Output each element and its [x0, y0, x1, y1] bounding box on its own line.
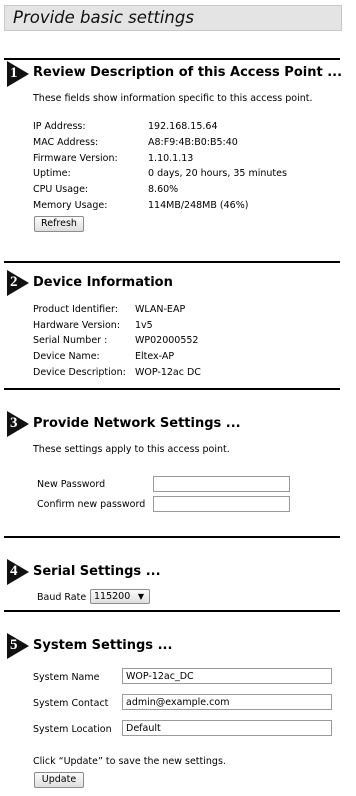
- field-label: Memory Usage:: [33, 200, 108, 211]
- field-label: Hardware Version:: [33, 320, 121, 331]
- field-label: Serial Number :: [33, 335, 108, 346]
- section-divider: [4, 261, 340, 263]
- update-hint: Click “Update” to save the new settings.: [33, 756, 226, 767]
- field-value-cpu: 8.60%: [148, 184, 179, 195]
- new-password-input[interactable]: [153, 476, 290, 492]
- section-intro: These fields show information specific t…: [33, 93, 313, 104]
- section-title-review: Review Description of this Access Point …: [33, 65, 343, 80]
- system-contact-input[interactable]: [122, 694, 332, 710]
- baud-rate-select[interactable]: 115200 ▼: [90, 589, 150, 604]
- field-value-memory: 114MB/248MB (46%): [148, 200, 249, 211]
- step-3-badge: 3: [7, 411, 29, 437]
- field-value-hardware: 1v5: [135, 320, 153, 331]
- field-value-ip: 192.168.15.64: [148, 121, 218, 132]
- system-contact-label: System Contact: [33, 698, 109, 709]
- dropdown-arrow-icon: ▼: [137, 592, 144, 601]
- step-2-badge: 2: [7, 270, 29, 296]
- field-value-uptime: 0 days, 20 hours, 35 minutes: [148, 168, 287, 179]
- field-value-device-description: WOP-12ac DC: [135, 367, 201, 378]
- system-location-input[interactable]: [122, 720, 332, 736]
- field-label: CPU Usage:: [33, 184, 89, 195]
- section-intro: These settings apply to this access poin…: [33, 444, 230, 455]
- system-name-input[interactable]: [122, 668, 332, 684]
- field-value-firmware: 1.10.1.13: [148, 153, 194, 164]
- section-title-system: System Settings ...: [33, 638, 173, 653]
- step-4-badge: 4: [7, 559, 29, 585]
- section-title-network: Provide Network Settings ...: [33, 416, 241, 431]
- field-value-product-id: WLAN-EAP: [135, 304, 186, 315]
- baud-rate-value: 115200: [94, 591, 131, 602]
- field-label: IP Address:: [33, 121, 86, 132]
- section-title-device-info: Device Information: [33, 275, 173, 290]
- field-label: MAC Address:: [33, 137, 99, 148]
- field-label: Product Identifier:: [33, 304, 118, 315]
- system-location-label: System Location: [33, 724, 112, 735]
- field-value-device-name: Eltex-AP: [135, 351, 175, 362]
- field-label: Firmware Version:: [33, 153, 118, 164]
- section-title-serial: Serial Settings ...: [33, 564, 161, 579]
- update-button[interactable]: Update: [34, 772, 84, 788]
- field-label: Uptime:: [33, 168, 71, 179]
- refresh-button[interactable]: Refresh: [34, 216, 84, 232]
- field-value-mac: A8:F9:4B:B0:B5:40: [148, 137, 238, 148]
- step-5-badge: 5: [7, 633, 29, 659]
- field-value-serial: WP02000552: [135, 335, 199, 346]
- section-divider: [4, 58, 340, 60]
- section-divider: [4, 536, 340, 538]
- section-divider: [4, 388, 340, 390]
- page-title-bar: Provide basic settings: [4, 5, 342, 31]
- new-password-label: New Password: [37, 479, 106, 490]
- field-label: Device Description:: [33, 367, 126, 378]
- section-divider: [4, 610, 340, 612]
- confirm-password-label: Confirm new password: [37, 499, 146, 510]
- page-title: Provide basic settings: [13, 8, 194, 27]
- field-label: Device Name:: [33, 351, 100, 362]
- baud-rate-label: Baud Rate: [37, 592, 87, 603]
- confirm-password-input[interactable]: [153, 496, 290, 512]
- system-name-label: System Name: [33, 672, 100, 683]
- step-1-badge: 1: [7, 61, 29, 87]
